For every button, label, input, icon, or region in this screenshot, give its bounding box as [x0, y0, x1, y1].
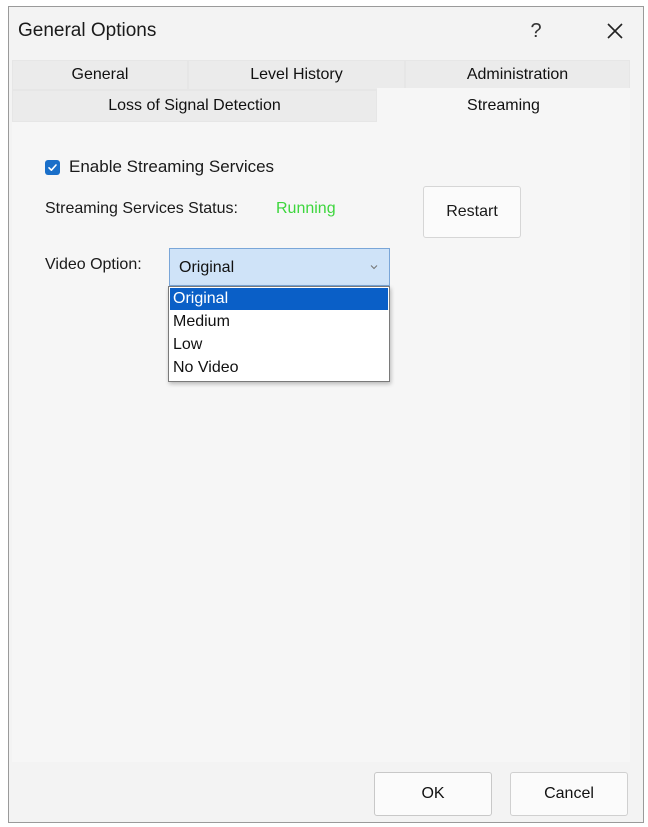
streaming-panel: [12, 122, 630, 762]
video-option-value: Original: [179, 259, 235, 276]
option-no-video[interactable]: No Video: [170, 357, 388, 379]
close-button[interactable]: [593, 13, 637, 49]
chevron-down-icon: [370, 265, 378, 270]
tab-loss-of-signal-detection[interactable]: Loss of Signal Detection: [12, 90, 377, 122]
dialog-title: General Options: [18, 20, 157, 41]
title-bar: General Options ?: [9, 7, 643, 53]
streaming-status-value: Running: [276, 200, 336, 217]
tab-general[interactable]: General: [12, 60, 188, 90]
video-option-label: Video Option:: [45, 256, 142, 273]
option-medium[interactable]: Medium: [170, 311, 388, 333]
enable-streaming-label[interactable]: Enable Streaming Services: [69, 157, 274, 177]
streaming-status-label: Streaming Services Status:: [45, 200, 238, 217]
close-icon: [607, 23, 623, 39]
tab-administration[interactable]: Administration: [405, 60, 630, 90]
tab-streaming[interactable]: Streaming: [377, 88, 630, 124]
checkmark-icon: [48, 164, 57, 171]
video-option-dropdown: Original Medium Low No Video: [168, 286, 390, 382]
restart-button[interactable]: Restart: [423, 186, 521, 238]
cancel-button[interactable]: Cancel: [510, 772, 628, 816]
help-button[interactable]: ?: [514, 13, 558, 49]
option-original[interactable]: Original: [170, 288, 388, 310]
video-option-select[interactable]: Original: [169, 248, 390, 286]
ok-button[interactable]: OK: [374, 772, 492, 816]
option-low[interactable]: Low: [170, 334, 388, 356]
tab-level-history[interactable]: Level History: [188, 60, 405, 90]
enable-streaming-checkbox[interactable]: [45, 160, 60, 175]
